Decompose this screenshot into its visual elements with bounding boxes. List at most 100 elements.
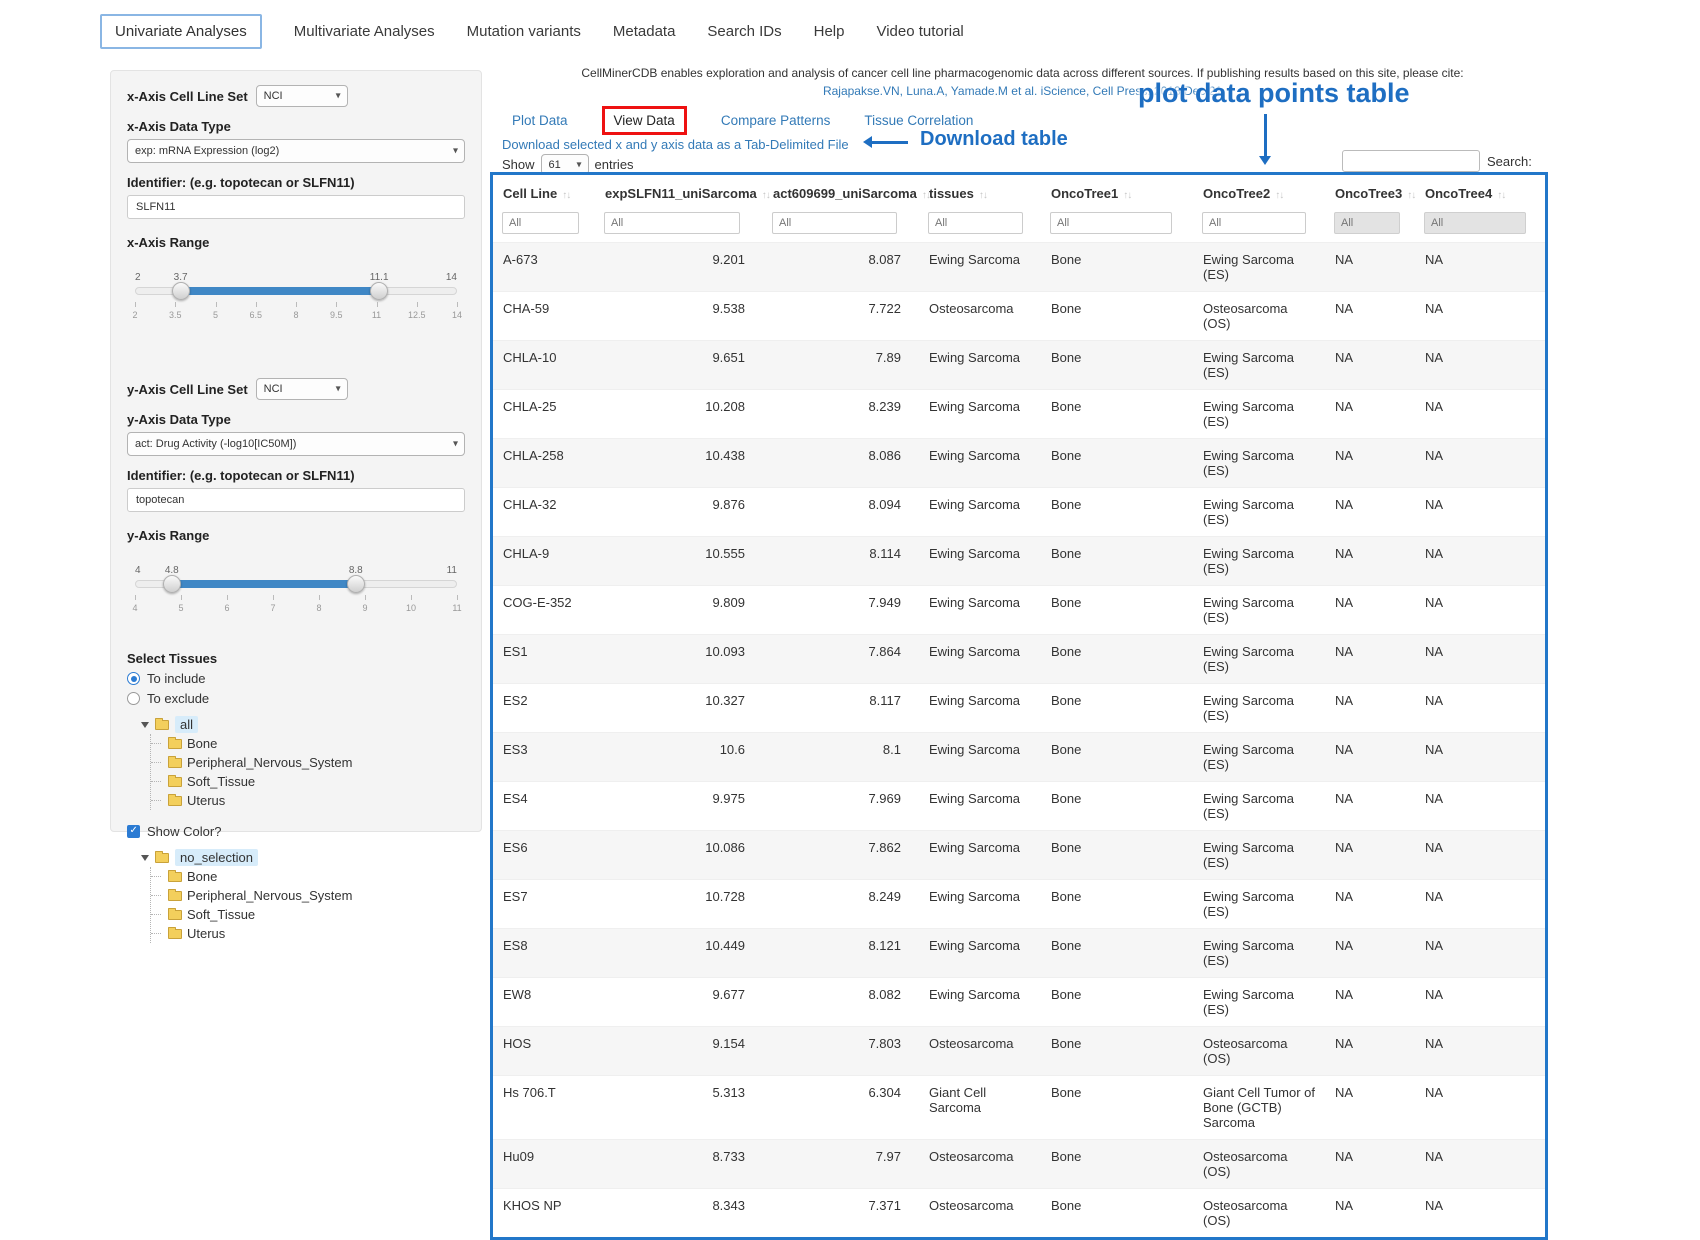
tree-node-uterus[interactable]: Uterus: [187, 793, 225, 808]
filter-input-oncotree4[interactable]: [1424, 212, 1526, 234]
nav-item-univariate-analyses[interactable]: Univariate Analyses: [100, 14, 262, 49]
x-cell-line-set-select[interactable]: NCI: [256, 85, 348, 107]
table-row[interactable]: CHLA-329.8768.094Ewing SarcomaBoneEwing …: [493, 488, 1545, 537]
table-row[interactable]: ES210.3278.117Ewing SarcomaBoneEwing Sar…: [493, 684, 1545, 733]
table-row[interactable]: ES710.7288.249Ewing SarcomaBoneEwing Sar…: [493, 880, 1545, 929]
column-header-oncotree4[interactable]: OncoTree4↑↓: [1415, 175, 1545, 210]
sort-icon[interactable]: ↑↓: [762, 190, 770, 201]
column-header-cell-line[interactable]: Cell Line↑↓: [493, 175, 595, 210]
tab-tissue-correlation[interactable]: Tissue Correlation: [864, 113, 973, 128]
y-cell-line-set-select-el[interactable]: NCI: [256, 378, 348, 400]
tab-view-data[interactable]: View Data: [602, 106, 687, 135]
cell-expslfn11-unisarcoma: 10.327: [595, 684, 763, 733]
sort-icon[interactable]: ↑↓: [1123, 190, 1131, 201]
table-row[interactable]: CHLA-910.5558.114Ewing SarcomaBoneEwing …: [493, 537, 1545, 586]
nav-item-metadata[interactable]: Metadata: [613, 23, 676, 40]
filter-input-act609699-unisarcoma[interactable]: [772, 212, 897, 234]
tree-node-peripheral-nervous-system[interactable]: Peripheral_Nervous_System: [187, 755, 352, 770]
tree-node-soft-tissue[interactable]: Soft_Tissue: [187, 774, 255, 789]
y-identifier-input[interactable]: [127, 488, 465, 512]
tree-node-all[interactable]: all: [175, 716, 198, 733]
table-row[interactable]: A-6739.2018.087Ewing SarcomaBoneEwing Sa…: [493, 243, 1545, 292]
y-data-type-select-el[interactable]: act: Drug Activity (-log10[IC50M]): [127, 432, 465, 456]
sort-icon[interactable]: ↑↓: [1497, 190, 1505, 201]
search-input[interactable]: [1342, 150, 1480, 172]
x-data-type-select[interactable]: exp: mRNA Expression (log2): [127, 139, 465, 163]
slider-handle-low[interactable]: [172, 282, 190, 300]
show-color-toggle[interactable]: Show Color?: [127, 824, 465, 839]
column-header-oncotree2[interactable]: OncoTree2↑↓: [1193, 175, 1325, 210]
tree-expander-icon[interactable]: [141, 855, 149, 861]
cell-oncotree4: NA: [1415, 684, 1545, 733]
download-tab-delimited-link[interactable]: Download selected x and y axis data as a…: [502, 137, 849, 152]
tree-node-soft-tissue[interactable]: Soft_Tissue: [187, 907, 255, 922]
sort-icon[interactable]: ↑↓: [1275, 190, 1283, 201]
column-header-oncotree1[interactable]: OncoTree1↑↓: [1041, 175, 1193, 210]
tree-expander-icon[interactable]: [141, 722, 149, 728]
table-row[interactable]: CHLA-25810.4388.086Ewing SarcomaBoneEwin…: [493, 439, 1545, 488]
sort-icon[interactable]: ↑↓: [1407, 190, 1415, 201]
tree-node-uterus[interactable]: Uterus: [187, 926, 225, 941]
cell-expslfn11-unisarcoma: 8.343: [595, 1189, 763, 1238]
column-header-tissues[interactable]: tissues↑↓: [919, 175, 1041, 210]
checkbox-icon[interactable]: [127, 825, 140, 838]
nav-item-multivariate-analyses[interactable]: Multivariate Analyses: [294, 23, 435, 40]
filter-input-oncotree1[interactable]: [1050, 212, 1172, 234]
column-header-oncotree3[interactable]: OncoTree3 ↑↓: [1325, 175, 1415, 210]
column-header-act609699-unisarcoma[interactable]: act609699_uniSarcoma↑↓: [763, 175, 919, 210]
table-row[interactable]: EW89.6778.082Ewing SarcomaBoneEwing Sarc…: [493, 978, 1545, 1027]
radio-icon[interactable]: [127, 692, 140, 705]
tree-child-row: Bone: [151, 867, 465, 886]
y-axis-range-slider[interactable]: 4 11 4.8 8.8 4567891011: [135, 565, 457, 625]
x-axis-range-slider[interactable]: 2 14 3.7 11.1 23.556.589.51112.514: [135, 272, 457, 332]
sort-icon[interactable]: ↑↓: [562, 190, 570, 201]
column-header-expslfn11-unisarcoma[interactable]: expSLFN11_uniSarcoma↑↓: [595, 175, 763, 210]
filter-input-oncotree2[interactable]: [1202, 212, 1306, 234]
filter-input-cell-line[interactable]: [502, 212, 579, 234]
column-header-label: OncoTree3: [1335, 186, 1402, 201]
table-row[interactable]: CHLA-2510.2088.239Ewing SarcomaBoneEwing…: [493, 390, 1545, 439]
slider-handle-high[interactable]: [370, 282, 388, 300]
x-identifier-input[interactable]: [127, 195, 465, 219]
sort-icon[interactable]: ↑↓: [979, 190, 987, 201]
table-row[interactable]: KHOS NP8.3437.371OsteosarcomaBoneOsteosa…: [493, 1189, 1545, 1238]
cell-tissues: Osteosarcoma: [919, 1027, 1041, 1076]
radio-to-include[interactable]: To include: [127, 671, 465, 686]
tree-node-bone[interactable]: Bone: [187, 869, 217, 884]
table-row[interactable]: ES49.9757.969Ewing SarcomaBoneEwing Sarc…: [493, 782, 1545, 831]
nav-item-search-ids[interactable]: Search IDs: [707, 23, 781, 40]
tree-node-bone[interactable]: Bone: [187, 736, 217, 751]
y-data-type-select[interactable]: act: Drug Activity (-log10[IC50M]): [127, 432, 465, 456]
table-row[interactable]: COG-E-3529.8097.949Ewing SarcomaBoneEwin…: [493, 586, 1545, 635]
table-row[interactable]: Hu098.7337.97OsteosarcomaBoneOsteosarcom…: [493, 1140, 1545, 1189]
cell-act609699-unisarcoma: 8.117: [763, 684, 919, 733]
table-row[interactable]: ES310.68.1Ewing SarcomaBoneEwing Sarcoma…: [493, 733, 1545, 782]
tree-node-peripheral-nervous-system[interactable]: Peripheral_Nervous_System: [187, 888, 352, 903]
table-row[interactable]: CHLA-109.6517.89Ewing SarcomaBoneEwing S…: [493, 341, 1545, 390]
table-row[interactable]: ES110.0937.864Ewing SarcomaBoneEwing Sar…: [493, 635, 1545, 684]
y-cell-line-set-select[interactable]: NCI: [256, 378, 348, 400]
cell-tissues: Ewing Sarcoma: [919, 537, 1041, 586]
radio-icon[interactable]: [127, 672, 140, 685]
table-row[interactable]: ES610.0867.862Ewing SarcomaBoneEwing Sar…: [493, 831, 1545, 880]
table-row[interactable]: CHA-599.5387.722OsteosarcomaBoneOsteosar…: [493, 292, 1545, 341]
nav-item-help[interactable]: Help: [814, 23, 845, 40]
filter-input-expslfn11-unisarcoma[interactable]: [604, 212, 740, 234]
tab-plot-data[interactable]: Plot Data: [512, 113, 568, 128]
slider-handle-low[interactable]: [163, 575, 181, 593]
cell-expslfn11-unisarcoma: 8.733: [595, 1140, 763, 1189]
slider-handle-high[interactable]: [347, 575, 365, 593]
nav-item-video-tutorial[interactable]: Video tutorial: [876, 23, 963, 40]
radio-to-exclude[interactable]: To exclude: [127, 691, 465, 706]
tab-compare-patterns[interactable]: Compare Patterns: [721, 113, 831, 128]
tree-node-no-selection[interactable]: no_selection: [175, 849, 258, 866]
cell-cell-line: A-673: [493, 243, 595, 292]
table-row[interactable]: HOS9.1547.803OsteosarcomaBoneOsteosarcom…: [493, 1027, 1545, 1076]
table-row[interactable]: ES810.4498.121Ewing SarcomaBoneEwing Sar…: [493, 929, 1545, 978]
nav-item-mutation-variants[interactable]: Mutation variants: [467, 23, 581, 40]
filter-input-tissues[interactable]: [928, 212, 1023, 234]
x-data-type-select-el[interactable]: exp: mRNA Expression (log2): [127, 139, 465, 163]
filter-input-oncotree3[interactable]: [1334, 212, 1400, 234]
x-cell-line-set-select-el[interactable]: NCI: [256, 85, 348, 107]
table-row[interactable]: Hs 706.T5.3136.304Giant Cell SarcomaBone…: [493, 1076, 1545, 1140]
